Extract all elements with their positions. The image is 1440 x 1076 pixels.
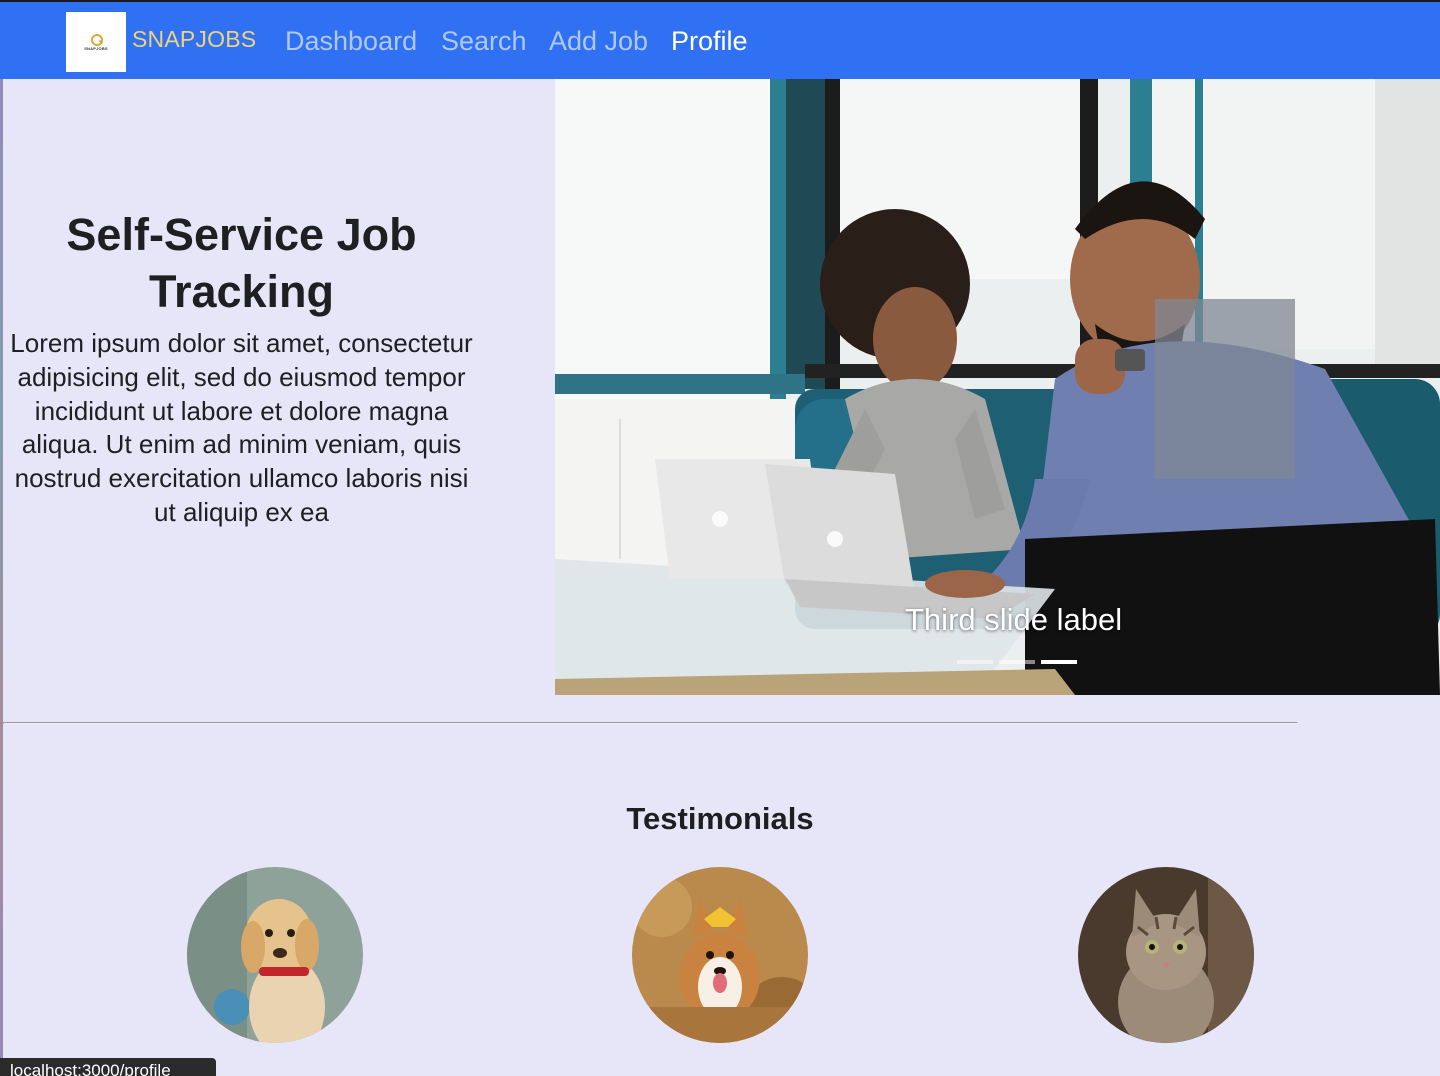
nav-link-search[interactable]: Search [441,26,527,57]
section-divider [3,722,1298,724]
puppy-photo-icon [187,867,363,1043]
hero-body: Lorem ipsum dolor sit amet, consectetur … [10,328,473,527]
status-bar-url: localhost:3000/profile [0,1058,216,1076]
brand-logo[interactable]: SNAPJOBS [66,12,126,72]
carousel-indicator-3[interactable] [1041,660,1077,664]
left-window-edge [0,79,3,1076]
carousel-indicator-1[interactable] [957,660,993,664]
cat-photo-icon [1078,867,1254,1043]
navbar: SNAPJOBS SNAPJOBS Dashboard Search Add J… [0,0,1440,79]
logo-text: SNAPJOBS [84,45,108,51]
hero-title: Self-Service Job Tracking [66,209,417,317]
brand-name-link[interactable]: SNAPJOBS [132,26,256,53]
nav-link-add-job[interactable]: Add Job [549,26,648,57]
testimonials-title: Testimonials [626,801,814,836]
magnifier-logo-icon [89,33,103,46]
nav-link-profile[interactable]: Profile [671,26,748,57]
corgi-photo-icon [632,867,808,1043]
nav-link-dashboard[interactable]: Dashboard [285,26,417,57]
carousel-indicator-2[interactable] [999,660,1035,664]
carousel-caption: Third slide label [905,602,1123,637]
